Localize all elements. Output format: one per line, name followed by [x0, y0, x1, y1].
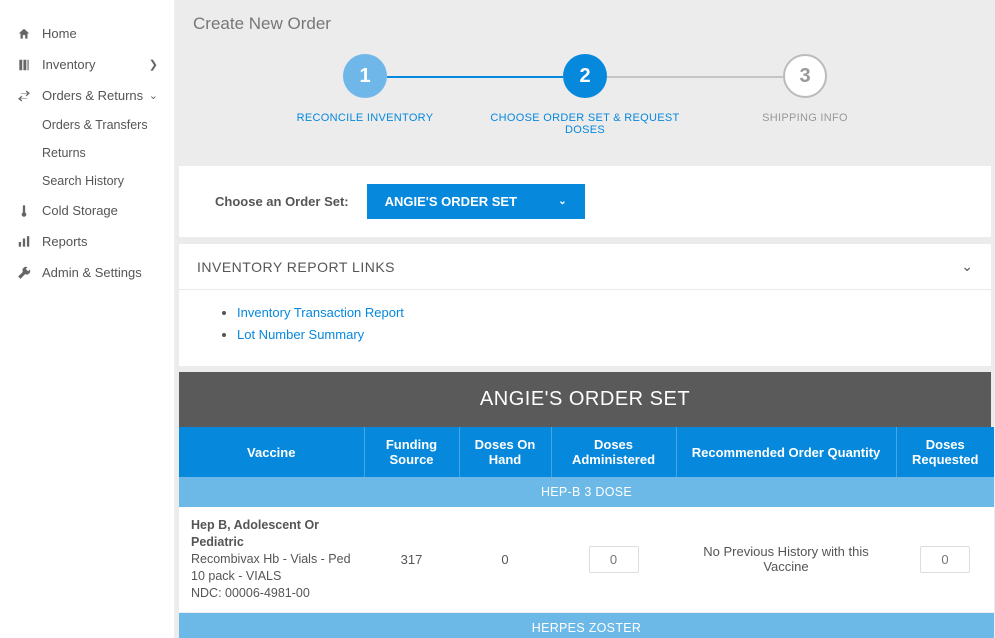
wrench-icon	[16, 266, 32, 280]
chevron-down-icon: ⌄	[149, 89, 158, 102]
table-header-row: Vaccine Funding Source Doses On Hand Dos…	[179, 427, 994, 477]
cell-vaccine: Hep B, Adolescent Or Pediatric Recombiva…	[179, 507, 364, 612]
order-set-dropdown[interactable]: ANGIE'S ORDER SET ⌄	[367, 184, 585, 219]
sidebar-label: Admin & Settings	[42, 265, 158, 280]
step-circle: 1	[343, 54, 387, 98]
sidebar-submenu-orders: Orders & Transfers Returns Search Histor…	[0, 111, 174, 195]
step-label: RECONCILE INVENTORY	[297, 112, 434, 124]
order-table: ANGIE'S ORDER SET Vaccine Funding Source…	[179, 372, 991, 638]
step-1[interactable]: 1 RECONCILE INVENTORY	[255, 54, 475, 124]
link-inventory-transaction[interactable]: Inventory Transaction Report	[237, 305, 404, 320]
vaccine-detail: NDC: 00006-4981-00	[191, 585, 356, 602]
cell-admin	[551, 507, 676, 612]
step-circle: 3	[783, 54, 827, 98]
cell-req	[896, 507, 994, 612]
group-label: HEP-B 3 DOSE	[179, 477, 994, 507]
step-3[interactable]: 3 SHIPPING INFO	[695, 54, 915, 124]
chevron-right-icon: ❯	[149, 58, 158, 71]
report-links-panel: INVENTORY REPORT LINKS ⌄ Inventory Trans…	[179, 243, 991, 366]
th-vaccine: Vaccine	[179, 427, 364, 477]
stepper: 1 RECONCILE INVENTORY 2 CHOOSE ORDER SET…	[175, 44, 995, 166]
thermometer-icon	[16, 204, 32, 218]
step-2[interactable]: 2 CHOOSE ORDER SET & REQUEST DOSES	[475, 54, 695, 136]
th-admin: Doses Administered	[551, 427, 676, 477]
vaccine-name: Hep B, Adolescent Or Pediatric	[191, 517, 356, 551]
sidebar-label: Orders & Returns	[42, 88, 149, 103]
table-row: Hep B, Adolescent Or Pediatric Recombiva…	[179, 507, 994, 612]
th-funding: Funding Source	[364, 427, 459, 477]
report-links-title: INVENTORY REPORT LINKS	[197, 259, 395, 275]
sidebar-item-orders-transfers[interactable]: Orders & Transfers	[42, 111, 174, 139]
sidebar-item-admin[interactable]: Admin & Settings	[0, 257, 174, 288]
report-links-body: Inventory Transaction Report Lot Number …	[179, 289, 991, 366]
app-root: Home Inventory ❯ Orders & Returns ⌄ Orde…	[0, 0, 995, 638]
sidebar-item-cold-storage[interactable]: Cold Storage	[0, 195, 174, 226]
group-row-zoster: HERPES ZOSTER	[179, 612, 994, 638]
link-lot-number-summary[interactable]: Lot Number Summary	[237, 327, 364, 342]
sidebar-label: Cold Storage	[42, 203, 158, 218]
cell-funding: 317	[364, 507, 459, 612]
vaccine-table: Vaccine Funding Source Doses On Hand Dos…	[179, 427, 994, 638]
chevron-down-icon: ⌄	[961, 258, 973, 275]
page-title: Create New Order	[175, 0, 995, 44]
sidebar-label: Search History	[42, 174, 158, 188]
sidebar-item-returns[interactable]: Returns	[42, 139, 174, 167]
sidebar-item-search-history[interactable]: Search History	[42, 167, 174, 195]
step-label: CHOOSE ORDER SET & REQUEST DOSES	[475, 112, 695, 136]
sidebar-label: Inventory	[42, 57, 149, 72]
sidebar-label: Returns	[42, 146, 158, 160]
cell-onhand: 0	[459, 507, 551, 612]
report-links-toggle[interactable]: INVENTORY REPORT LINKS ⌄	[179, 243, 991, 289]
sidebar-label: Orders & Transfers	[42, 118, 158, 132]
step-circle: 2	[563, 54, 607, 98]
order-set-selected: ANGIE'S ORDER SET	[385, 194, 517, 209]
main-content: Create New Order 1 RECONCILE INVENTORY 2…	[175, 0, 995, 638]
cell-rec: No Previous History with this Vaccine	[676, 507, 896, 612]
th-req: Doses Requested	[896, 427, 994, 477]
sidebar-item-inventory[interactable]: Inventory ❯	[0, 49, 174, 80]
order-table-title: ANGIE'S ORDER SET	[179, 372, 991, 427]
sidebar-label: Reports	[42, 234, 158, 249]
vaccine-detail: Recombivax Hb - Vials - Ped	[191, 551, 356, 568]
group-label: HERPES ZOSTER	[179, 612, 994, 638]
sidebar: Home Inventory ❯ Orders & Returns ⌄ Orde…	[0, 0, 175, 638]
group-row-hepb: HEP-B 3 DOSE	[179, 477, 994, 507]
sidebar-label: Home	[42, 26, 158, 41]
order-set-row: Choose an Order Set: ANGIE'S ORDER SET ⌄	[179, 166, 991, 237]
chart-icon	[16, 235, 32, 249]
swap-icon	[16, 89, 32, 103]
sidebar-item-reports[interactable]: Reports	[0, 226, 174, 257]
th-rec: Recommended Order Quantity	[676, 427, 896, 477]
doses-admin-input[interactable]	[589, 546, 639, 573]
doses-req-input[interactable]	[920, 546, 970, 573]
step-label: SHIPPING INFO	[762, 112, 848, 124]
vaccine-detail: 10 pack - VIALS	[191, 568, 356, 585]
inventory-icon	[16, 58, 32, 72]
order-set-label: Choose an Order Set:	[215, 194, 349, 209]
th-onhand: Doses On Hand	[459, 427, 551, 477]
sidebar-item-home[interactable]: Home	[0, 18, 174, 49]
home-icon	[16, 27, 32, 41]
sidebar-item-orders[interactable]: Orders & Returns ⌄	[0, 80, 174, 111]
order-set-panel: Choose an Order Set: ANGIE'S ORDER SET ⌄	[179, 166, 991, 237]
chevron-down-icon: ⌄	[558, 196, 566, 207]
